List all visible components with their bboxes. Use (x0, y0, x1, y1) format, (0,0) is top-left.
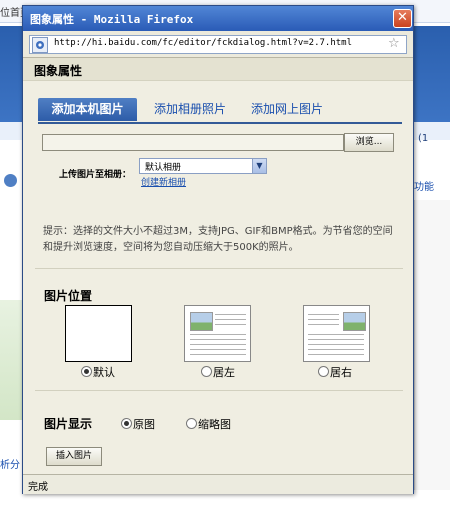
display-label-original: 原图 (133, 418, 155, 431)
upload-hint: 提示：选择的文件大小不超过3M，支持JPG、GIF和BMP格式。为节省您的空间和… (43, 226, 393, 253)
display-label-thumbnail: 缩略图 (198, 418, 231, 431)
background-right-link[interactable]: 功能 (414, 178, 434, 193)
background-right-panel (414, 200, 450, 490)
divider (35, 390, 403, 391)
radio-icon[interactable] (186, 418, 197, 429)
tab-album-photo[interactable]: 添加相册照片 (146, 98, 234, 121)
chevron-down-icon[interactable]: ▼ (252, 159, 266, 173)
position-label-left: 居左 (213, 366, 235, 379)
radio-icon[interactable] (201, 366, 212, 377)
image-thumbnail-icon (343, 312, 366, 331)
background-right-number: (1 (418, 133, 429, 144)
create-album-link[interactable]: 创建新相册 (141, 175, 186, 188)
status-text: 完成 (28, 482, 48, 493)
background-globe-icon (4, 174, 17, 187)
close-button[interactable]: ✕ (393, 9, 412, 28)
insert-image-button[interactable]: 插入图片 (46, 447, 102, 466)
position-radio-right[interactable]: 居右 (318, 364, 352, 380)
position-label-right: 居右 (330, 366, 352, 379)
position-preview-default[interactable] (65, 305, 132, 362)
display-title: 图片显示 (44, 417, 93, 431)
url-field[interactable]: http://hi.baidu.com/fc/editor/fckdialog.… (29, 35, 407, 54)
radio-selected-icon[interactable] (121, 418, 132, 429)
position-preview-left[interactable] (184, 305, 251, 362)
background-left-link[interactable]: 析分 (0, 456, 20, 471)
background-left-image (0, 300, 22, 420)
position-title: 图片位置 (44, 289, 93, 303)
tab-strip: 添加本机图片 添加相册照片 添加网上图片 (38, 98, 402, 124)
tab-web-image[interactable]: 添加网上图片 (243, 98, 331, 121)
upload-album-label: 上传图片至相册： (59, 170, 132, 180)
radio-selected-icon[interactable] (81, 366, 92, 377)
album-select-value: 默认相册 (145, 163, 182, 173)
close-icon: ✕ (397, 10, 408, 25)
display-radio-original[interactable]: 原图 (121, 416, 155, 432)
album-select[interactable]: 默认相册 ▼ (139, 158, 267, 174)
dialog-heading-bar: 图象属性 (23, 58, 413, 81)
image-thumbnail-icon (190, 312, 213, 331)
radio-icon[interactable] (318, 366, 329, 377)
browse-button[interactable]: 浏览... (344, 133, 394, 152)
window-title: 图象属性 - Mozilla Firefox (30, 13, 194, 26)
location-bar: http://hi.baidu.com/fc/editor/fckdialog.… (23, 31, 413, 58)
display-radio-thumbnail[interactable]: 缩略图 (186, 416, 231, 432)
url-text: http://hi.baidu.com/fc/editor/fckdialog.… (54, 38, 353, 48)
position-label-default: 默认 (93, 366, 115, 379)
status-bar: 完成 (23, 474, 413, 494)
position-preview-right[interactable] (303, 305, 370, 362)
divider (35, 268, 403, 269)
site-identity-icon[interactable] (32, 37, 48, 53)
dialog-heading: 图象属性 (34, 64, 83, 78)
position-radio-default[interactable]: 默认 (81, 364, 115, 380)
tab-local-image[interactable]: 添加本机图片 (38, 98, 137, 121)
firefox-window: 图象属性 - Mozilla Firefox ✕ http://hi.baidu… (22, 5, 414, 494)
file-path-input[interactable] (42, 134, 344, 151)
bookmark-star-icon[interactable]: ☆ (388, 36, 400, 51)
position-radio-left[interactable]: 居左 (201, 364, 235, 380)
window-titlebar[interactable]: 图象属性 - Mozilla Firefox ✕ (23, 6, 413, 31)
